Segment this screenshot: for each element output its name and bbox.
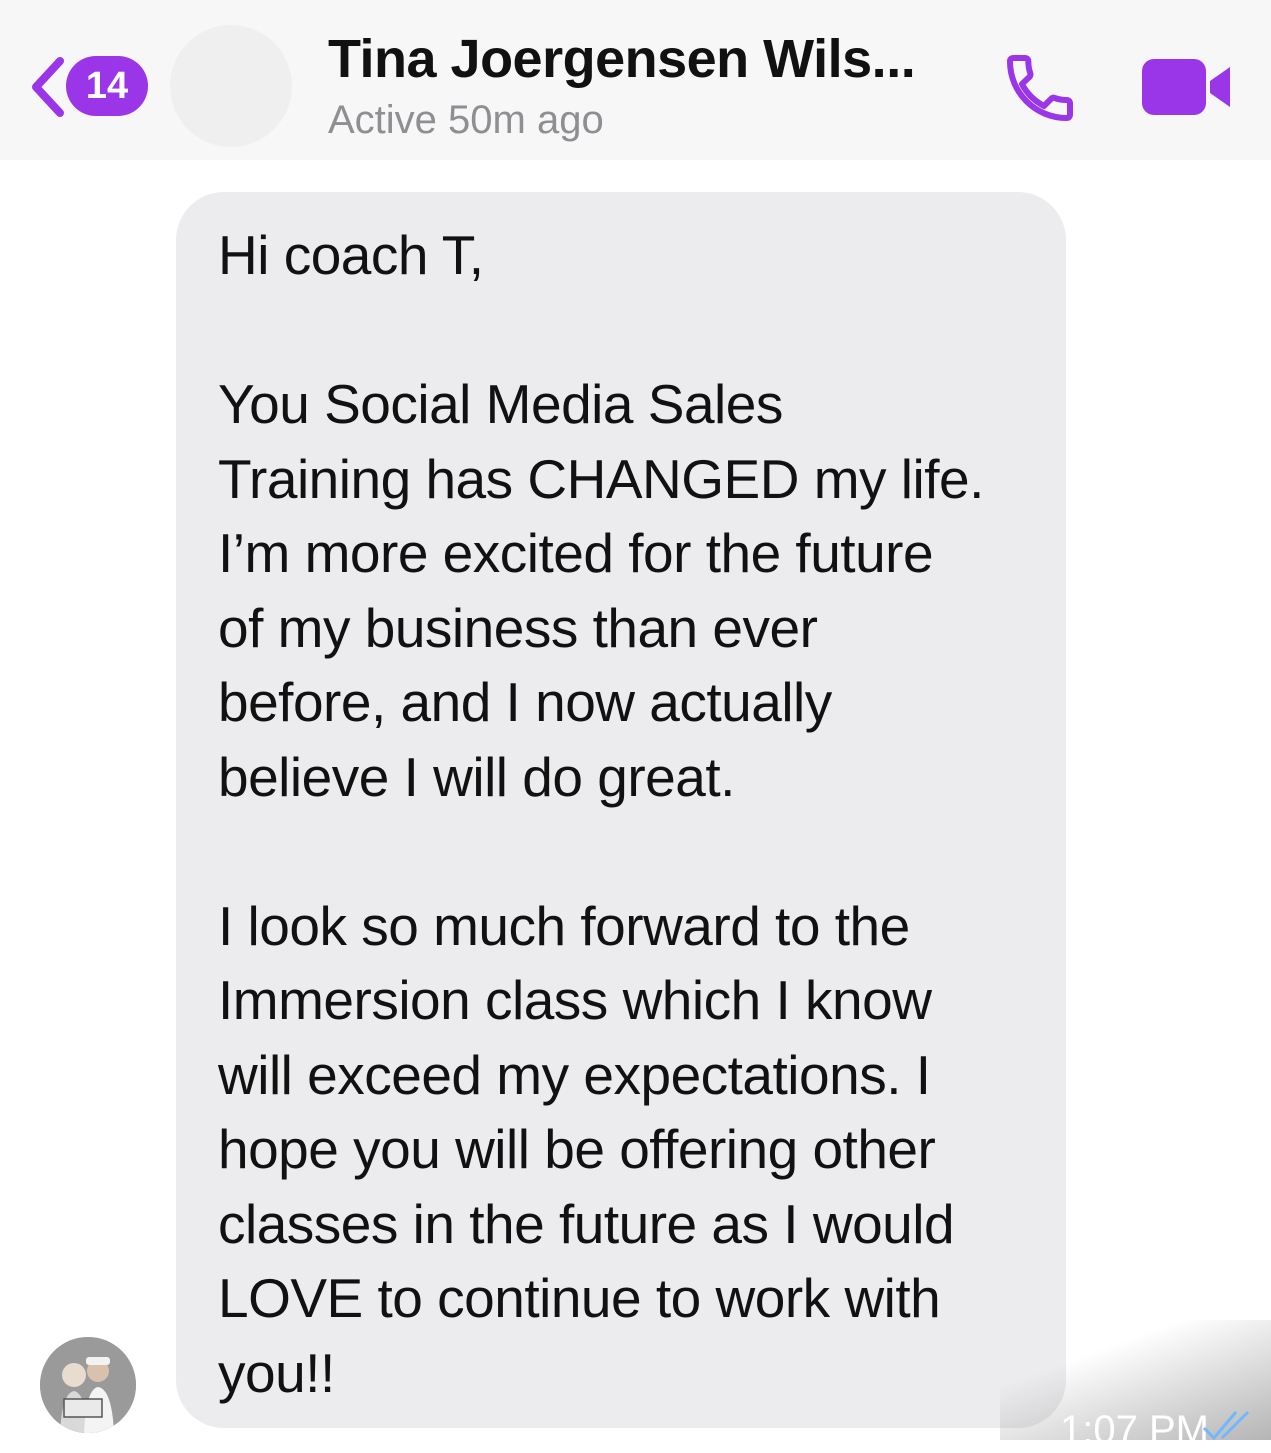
contact-name[interactable]: Tina Joergensen Wils... (328, 28, 916, 90)
back-chevron-icon[interactable] (28, 55, 68, 119)
message-line: You Social Media Sales (218, 373, 783, 435)
message-timestamp: 1:07 PM (1060, 1408, 1209, 1452)
contact-avatar[interactable] (170, 25, 292, 147)
message-line: Training has CHANGED my life. (218, 447, 984, 510)
message-line: hope you will be offering other (218, 1118, 936, 1180)
contact-status: Active 50m ago (328, 98, 604, 142)
video-camera-icon[interactable] (1138, 55, 1234, 119)
phone-icon[interactable] (1000, 48, 1080, 128)
message-line: of my business than ever (218, 596, 818, 659)
message-line: Immersion class which I know (218, 969, 932, 1031)
message-line: LOVE to continue to work with (218, 1267, 941, 1329)
message-text: Hi coach T, You Social Media Sales Train… (218, 218, 1048, 1410)
message-line: I’m more excited for the future (218, 522, 934, 584)
message-line: I look so much forward to the (218, 894, 910, 957)
message-line: before, and I now actually (218, 671, 832, 733)
double-check-icon (1202, 1410, 1250, 1440)
avatar-photo (40, 1337, 136, 1433)
message-line: believe I will do great. (218, 745, 735, 808)
message-line: you!! (218, 1341, 335, 1404)
message-line: classes in the future as I would (218, 1192, 955, 1255)
message-line: will exceed my expectations. I (218, 1043, 931, 1106)
unread-count-badge[interactable]: 14 (66, 56, 148, 116)
chat-header: 14 Tina Joergensen Wils... Active 50m ag… (0, 0, 1271, 160)
message-line: Hi coach T, (218, 224, 484, 286)
sender-avatar[interactable] (40, 1337, 136, 1433)
